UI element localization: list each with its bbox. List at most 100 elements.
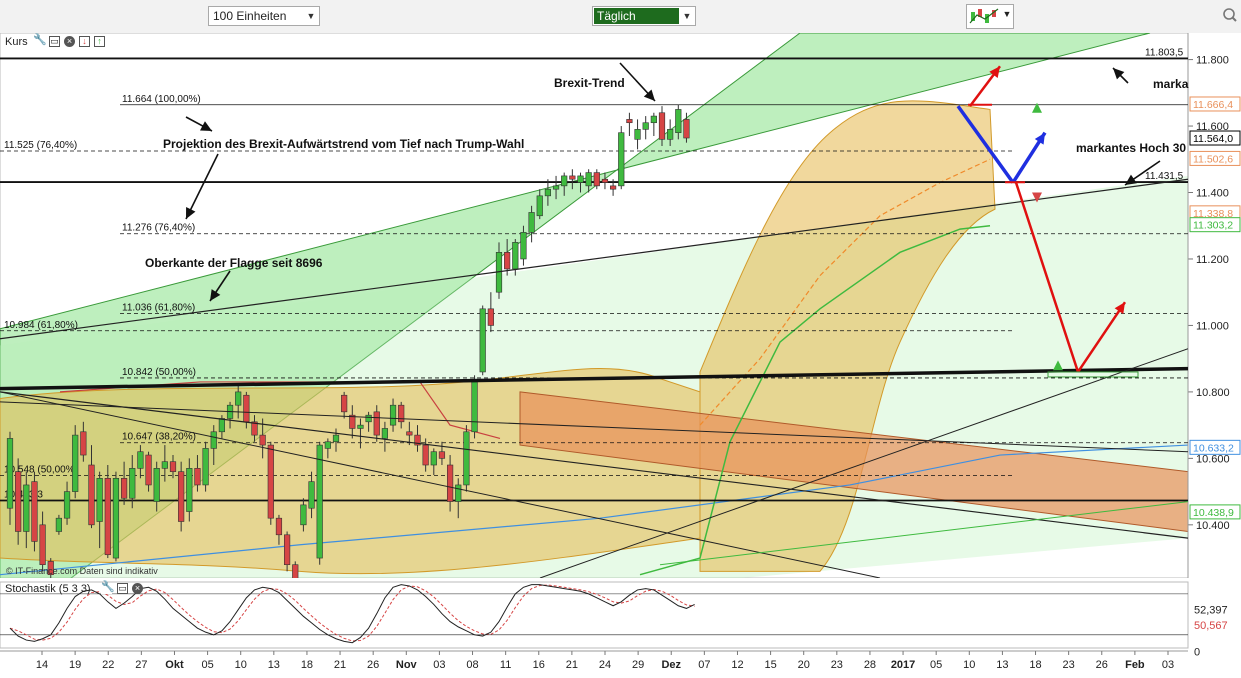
x-tick-label: 10 <box>963 659 975 671</box>
x-tick-label: 14 <box>36 659 48 671</box>
close-icon[interactable]: × <box>132 583 143 594</box>
level-label: 11.036 (61,80%) <box>122 302 195 313</box>
candle-body <box>536 195 543 217</box>
y-tick-label: 10.400 <box>1196 520 1230 532</box>
candle-body <box>634 129 641 140</box>
candle-body <box>218 418 226 433</box>
interval-select[interactable]: Täglich ▼ <box>592 6 696 26</box>
candle-body <box>341 394 348 413</box>
candle-body <box>683 119 690 139</box>
candle-body <box>112 478 120 559</box>
candle-body <box>243 394 250 423</box>
level-label: 10.842 (50,00%) <box>122 367 196 378</box>
candle-body <box>137 451 144 469</box>
candle-body <box>601 178 609 183</box>
candlestick-chart-icon <box>969 8 999 24</box>
annotation-flag-top: Oberkante der Flagge seit 8696 <box>145 256 323 270</box>
x-tick-label: 18 <box>1029 659 1041 671</box>
stoch-panel-title: Stochastik (5 3 3) <box>5 583 91 595</box>
candle-body <box>275 517 283 536</box>
candle-body <box>300 504 307 526</box>
x-tick-label: 2017 <box>891 659 915 671</box>
candle-body <box>585 172 592 187</box>
price-label-text: 11.303,2 <box>1193 220 1233 232</box>
candle-body <box>365 414 372 423</box>
stoch-frame <box>0 581 1189 649</box>
chevron-down-icon: ▼ <box>682 11 692 21</box>
units-select[interactable]: 100 Einheiten ▼ <box>208 6 320 26</box>
level-label: 10.647 (38,20%) <box>122 432 196 443</box>
x-tick-label: 23 <box>831 659 843 671</box>
candle-body <box>96 478 103 522</box>
candle-body <box>438 451 446 459</box>
x-tick-label: 27 <box>135 659 147 671</box>
candle-body <box>23 484 30 532</box>
candle-body <box>430 451 437 466</box>
candle-body <box>642 122 649 130</box>
window-icon[interactable]: ▭ <box>49 36 60 47</box>
stochastic-panel: 52,397 50,567 0 <box>0 581 1228 658</box>
candle-body <box>650 115 657 124</box>
candle-body <box>55 517 62 532</box>
window-icon[interactable]: ▭ <box>117 583 128 594</box>
candle-body <box>324 441 331 449</box>
candle-body <box>561 175 568 187</box>
x-tick-label: 13 <box>268 659 280 671</box>
close-icon[interactable]: × <box>64 36 75 47</box>
price-label: 11.502,6 <box>1189 150 1241 166</box>
candle-body <box>626 119 633 124</box>
candle-body <box>520 232 527 260</box>
stoch-tick-label: 50,567 <box>1194 620 1228 632</box>
stoch-tick-label: 52,397 <box>1194 605 1228 617</box>
candle-body <box>161 461 168 469</box>
y-tick-label: 10.600 <box>1196 453 1230 465</box>
candle-body <box>381 428 389 439</box>
zoom-button[interactable] <box>1220 6 1240 28</box>
candle-body <box>577 175 584 183</box>
price-label-text: 10.633,2 <box>1193 442 1234 454</box>
x-tick-label: Okt <box>165 659 184 671</box>
candle-body <box>373 411 380 436</box>
candle-body <box>39 524 46 566</box>
x-tick-label: 05 <box>201 659 213 671</box>
chevron-down-icon: ▼ <box>306 11 316 21</box>
watermark: © IT-Finance.com Daten sind indikativ <box>6 566 158 576</box>
candle-body <box>308 481 315 509</box>
candle-body <box>479 308 486 373</box>
candle-body <box>259 434 266 446</box>
candle-body <box>667 129 674 140</box>
candle-body <box>618 132 625 187</box>
chart-type-button[interactable]: ▼ <box>966 4 1014 29</box>
candle-body <box>487 308 494 326</box>
x-tick-label: 19 <box>69 659 81 671</box>
stoch-tick-label: 0 <box>1194 646 1200 658</box>
candle-body <box>316 444 323 559</box>
x-tick-label: 28 <box>864 659 876 671</box>
interval-select-value: Täglich <box>594 8 679 24</box>
y-tick-label: 11.800 <box>1196 55 1229 67</box>
x-tick-label: 21 <box>334 659 346 671</box>
candle-body <box>422 444 429 466</box>
candle-body <box>178 471 185 522</box>
price-label: 11.666,4 <box>1189 96 1241 112</box>
price-label: 10.633,2 <box>1189 439 1241 455</box>
annotation-markantes-hoch: markantes Hoch 30 <box>1076 141 1186 155</box>
candle-body <box>593 172 600 187</box>
chevron-down-icon: ▼ <box>1002 9 1012 19</box>
candle-body <box>446 464 454 502</box>
candle-body <box>528 212 535 233</box>
x-tick-label: 22 <box>102 659 114 671</box>
arrow-down-icon[interactable]: ↓ <box>79 36 90 47</box>
candle-body <box>675 109 682 133</box>
wrench-icon[interactable]: 🔧 <box>101 582 115 594</box>
candle-body <box>63 491 71 519</box>
level-label: 11.803,5 <box>1145 47 1184 58</box>
price-label-text: 11.564,0 <box>1193 133 1233 145</box>
candle-body <box>129 468 136 499</box>
units-select-value: 100 Einheiten <box>213 9 287 23</box>
annotation-brexit-trend: Brexit-Trend <box>554 76 625 90</box>
wrench-icon[interactable]: 🔧 <box>33 35 47 47</box>
arrow-up-icon[interactable]: ↑ <box>94 36 105 47</box>
chart-canvas[interactable]: 11.80011.60011.40011.20011.00010.80010.6… <box>0 33 1241 678</box>
x-tick-label: 18 <box>301 659 313 671</box>
